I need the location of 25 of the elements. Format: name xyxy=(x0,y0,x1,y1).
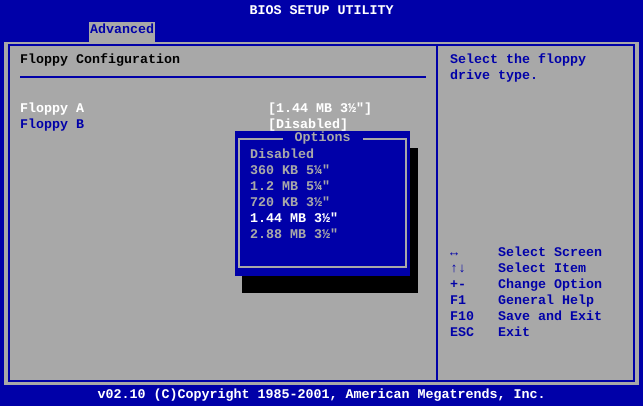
section-heading: Floppy Configuration xyxy=(20,53,181,69)
option-item[interactable]: 2.88 MB 3½" xyxy=(250,228,338,243)
key-label: +- xyxy=(450,278,467,294)
key-action: Select Screen xyxy=(498,246,603,262)
key-action: Select Item xyxy=(498,262,587,278)
help-text: Select the floppy drive type. xyxy=(450,53,587,85)
key-label: ↔ xyxy=(450,246,459,262)
key-action: Save and Exit xyxy=(498,310,603,326)
key-action: General Help xyxy=(498,294,595,310)
status-bar: v02.10 (C)Copyright 1985-2001, American Megatrends, Inc. xyxy=(0,385,643,406)
menu-tab[interactable]: Advanced xyxy=(89,22,155,42)
key-label: ESC xyxy=(450,326,475,342)
option-item[interactable]: Disabled xyxy=(250,148,314,163)
key-label: ↑↓ xyxy=(450,262,467,278)
option-item[interactable]: 1.44 MB 3½" xyxy=(250,212,338,227)
window-title: BIOS SETUP UTILITY xyxy=(250,4,394,20)
setting-label[interactable]: Floppy B xyxy=(20,118,268,134)
option-item[interactable]: 1.2 MB 5¼" xyxy=(250,180,330,195)
option-item[interactable]: 720 KB 3½" xyxy=(250,196,330,211)
option-item[interactable]: 360 KB 5¼" xyxy=(250,164,330,179)
key-label: F10 xyxy=(450,310,475,326)
key-action: Exit xyxy=(498,326,531,342)
popup-title: Options xyxy=(294,131,352,147)
key-label: F1 xyxy=(450,294,467,310)
key-action: Change Option xyxy=(498,278,603,294)
